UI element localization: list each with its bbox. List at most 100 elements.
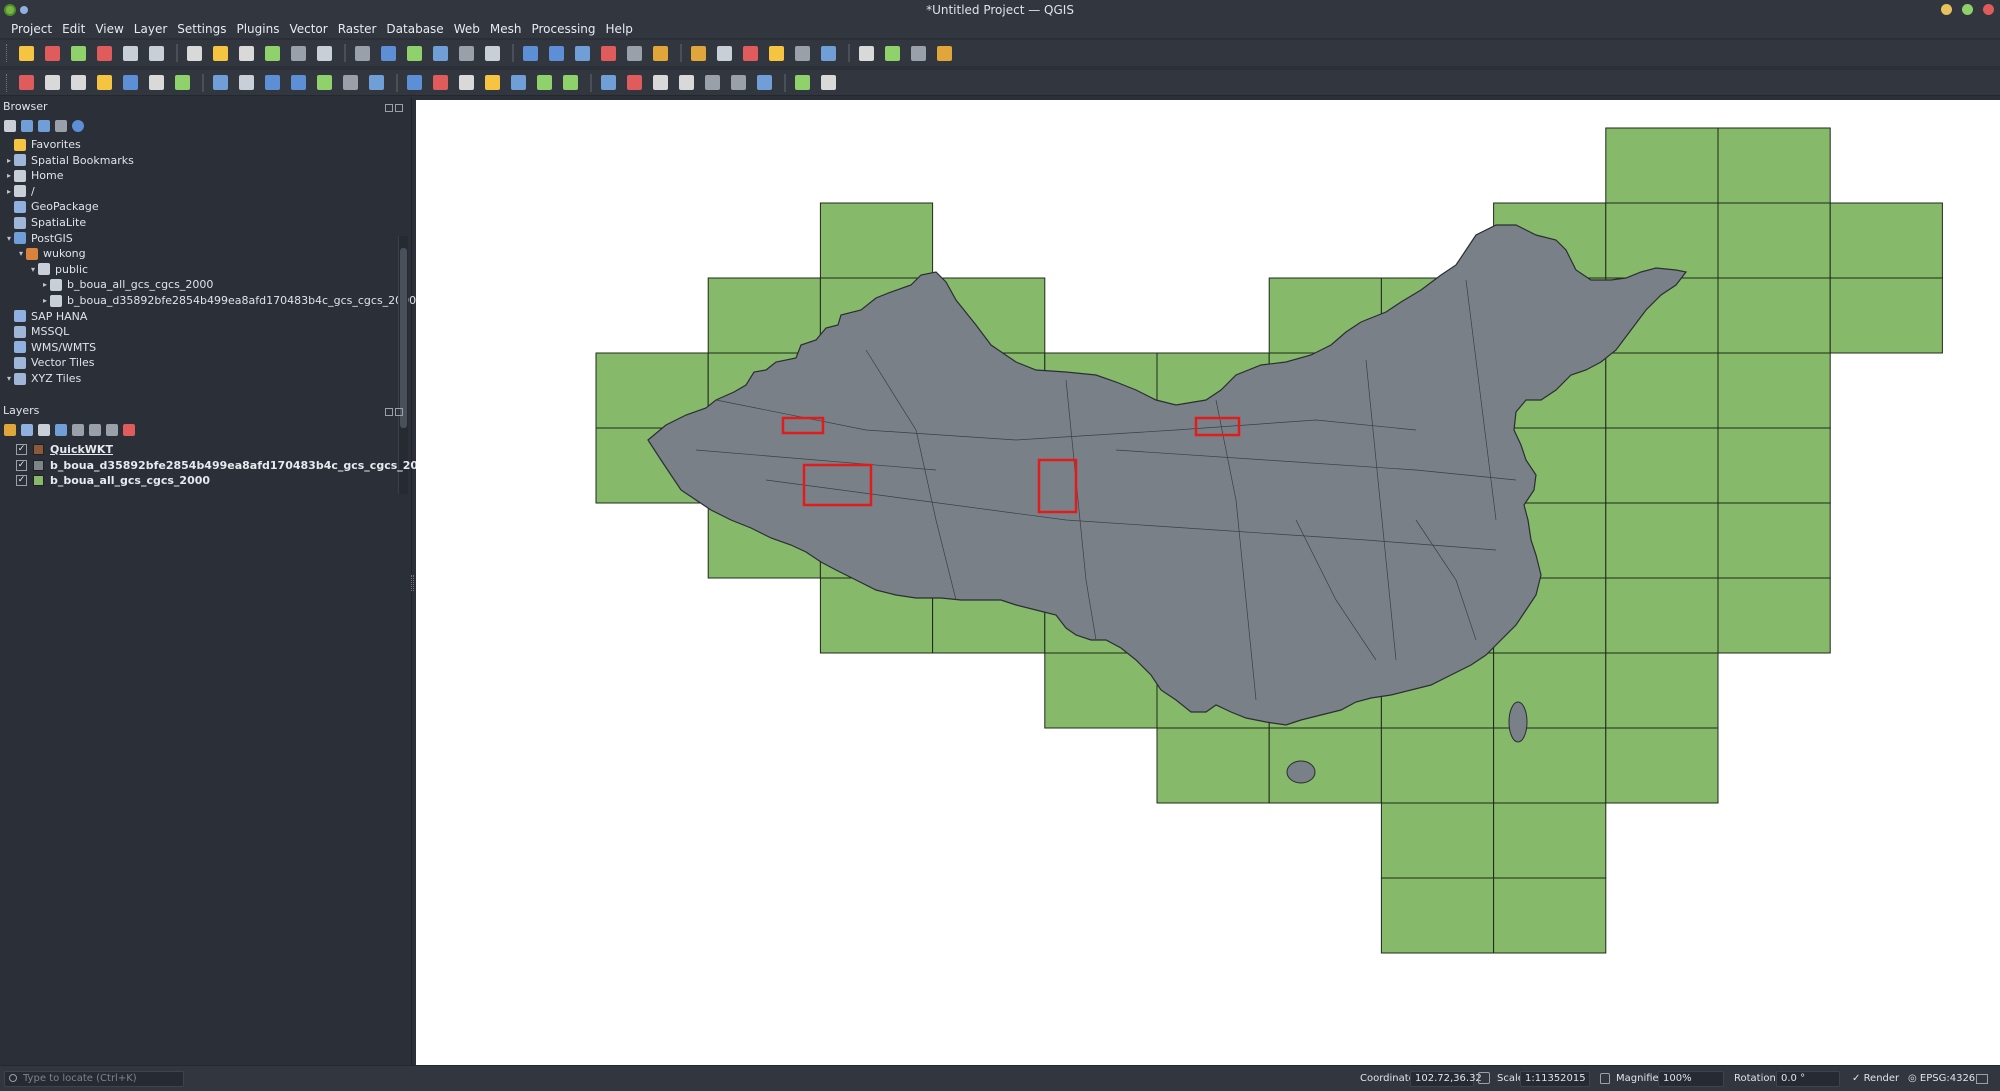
browser-item[interactable]: Vector Tiles bbox=[4, 355, 95, 370]
layer-item[interactable]: ✓ b_boua_d35892bfe2854b499ea8afd170483b4c… bbox=[16, 458, 433, 473]
browser-item[interactable]: ▾ public bbox=[28, 262, 88, 277]
zoom-last-icon[interactable] bbox=[403, 42, 425, 64]
expand-arrow-icon[interactable]: ▸ bbox=[40, 296, 50, 305]
window-menu-icon[interactable] bbox=[20, 6, 28, 14]
menu-help[interactable]: Help bbox=[601, 22, 638, 36]
browser-item[interactable]: MSSQL bbox=[4, 324, 69, 339]
deselect-icon[interactable] bbox=[687, 42, 709, 64]
expand-arrow-icon[interactable]: ▸ bbox=[40, 280, 50, 289]
add-feature-icon[interactable] bbox=[235, 72, 257, 94]
wfs-icon[interactable] bbox=[701, 72, 723, 94]
render-checkbox[interactable]: ✓ Render bbox=[1852, 1073, 1899, 1084]
metasearch-icon[interactable] bbox=[791, 72, 813, 94]
zoom-native-icon[interactable] bbox=[377, 42, 399, 64]
pan-icon[interactable] bbox=[183, 42, 205, 64]
info-icon[interactable] bbox=[72, 120, 84, 132]
visibility-icon[interactable] bbox=[38, 424, 50, 436]
scale-combobox[interactable]: 1:11352015 bbox=[1520, 1071, 1590, 1087]
layer-visibility-checkbox[interactable]: ✓ bbox=[16, 459, 27, 471]
measure-icon[interactable] bbox=[881, 42, 903, 64]
collapse-all-icon[interactable] bbox=[55, 120, 67, 132]
menu-processing[interactable]: Processing bbox=[526, 22, 600, 36]
label-icon[interactable] bbox=[455, 72, 477, 94]
menu-plugins[interactable]: Plugins bbox=[231, 22, 284, 36]
move-feature-icon[interactable] bbox=[261, 72, 283, 94]
add-group-icon[interactable] bbox=[21, 424, 33, 436]
zoom-next-icon[interactable] bbox=[429, 42, 451, 64]
settings-icon[interactable] bbox=[933, 42, 955, 64]
select-by-value-icon[interactable] bbox=[649, 42, 671, 64]
browser-scrollbar[interactable] bbox=[398, 236, 408, 494]
change-label-icon[interactable] bbox=[597, 72, 619, 94]
add-polygon-icon[interactable] bbox=[171, 72, 193, 94]
globe-icon[interactable] bbox=[727, 72, 749, 94]
new-bookmark-icon[interactable] bbox=[519, 42, 541, 64]
processing-toolbox-icon[interactable] bbox=[791, 42, 813, 64]
digitize-icon[interactable] bbox=[93, 72, 115, 94]
help-icon[interactable] bbox=[817, 72, 839, 94]
open-attribute-table-icon[interactable] bbox=[765, 42, 787, 64]
style-manager-icon[interactable] bbox=[4, 424, 16, 436]
python-icon[interactable] bbox=[753, 72, 775, 94]
browser-item[interactable]: ▸ Home bbox=[4, 168, 64, 183]
browser-item[interactable]: ▾ PostGIS bbox=[4, 231, 73, 246]
filter-icon[interactable] bbox=[38, 120, 50, 132]
save-as-icon[interactable] bbox=[93, 42, 115, 64]
browser-item[interactable]: SAP HANA bbox=[4, 309, 87, 324]
expand-arrow-icon[interactable]: ▾ bbox=[4, 374, 14, 383]
remove-layer-icon[interactable] bbox=[123, 424, 135, 436]
highlight-label-icon[interactable] bbox=[507, 72, 529, 94]
expand-arrow-icon[interactable]: ▾ bbox=[4, 234, 14, 243]
filter-expression-icon[interactable] bbox=[72, 424, 84, 436]
rotation-spinbox[interactable]: 0.0 ° bbox=[1776, 1071, 1840, 1087]
delete-feature-icon[interactable] bbox=[287, 72, 309, 94]
menu-database[interactable]: Database bbox=[381, 22, 448, 36]
menu-raster[interactable]: Raster bbox=[333, 22, 382, 36]
vertex-tool-icon[interactable] bbox=[209, 72, 231, 94]
expand-arrow-icon[interactable]: ▸ bbox=[4, 156, 14, 165]
layer-visibility-checkbox[interactable]: ✓ bbox=[16, 444, 27, 455]
browser-item[interactable]: ▾ XYZ Tiles bbox=[4, 371, 81, 386]
refresh-icon[interactable] bbox=[21, 120, 33, 132]
new-project-icon[interactable] bbox=[15, 42, 37, 64]
expand-arrow-icon[interactable]: ▸ bbox=[4, 171, 14, 180]
coordinate-field[interactable]: 102.72,36.32 bbox=[1410, 1071, 1482, 1087]
pin-label-icon[interactable] bbox=[481, 72, 503, 94]
new-3d-view-icon[interactable] bbox=[481, 42, 503, 64]
edit-pencil-icon[interactable] bbox=[119, 72, 141, 94]
menu-project[interactable]: Project bbox=[6, 22, 57, 36]
lock-scale-icon[interactable] bbox=[1600, 1073, 1610, 1084]
show-bookmarks-icon[interactable] bbox=[545, 42, 567, 64]
close-button[interactable] bbox=[1983, 4, 1994, 15]
menu-vector[interactable]: Vector bbox=[284, 22, 332, 36]
menu-web[interactable]: Web bbox=[449, 22, 485, 36]
rotate-label-icon[interactable] bbox=[559, 72, 581, 94]
layer-symbol-swatch[interactable] bbox=[33, 475, 44, 487]
filter-legend-icon[interactable] bbox=[55, 424, 67, 436]
cut-icon[interactable] bbox=[313, 72, 335, 94]
collapse-all-icon[interactable] bbox=[106, 424, 118, 436]
layer-symbol-swatch[interactable] bbox=[33, 444, 44, 455]
map-view[interactable] bbox=[416, 100, 2000, 1065]
new-shapefile-icon[interactable] bbox=[67, 72, 89, 94]
select-by-location-icon[interactable] bbox=[713, 42, 735, 64]
move-label-icon[interactable] bbox=[649, 72, 671, 94]
browser-item[interactable]: ▸ b_boua_all_gcs_cgcs_2000 bbox=[40, 277, 213, 292]
zoom-to-selection-icon[interactable] bbox=[313, 42, 335, 64]
attribute-table-icon[interactable] bbox=[855, 42, 877, 64]
layers-panel-controls[interactable] bbox=[383, 406, 405, 416]
new-map-view-icon[interactable] bbox=[455, 42, 477, 64]
temporal-controller-icon[interactable] bbox=[571, 42, 593, 64]
minimize-button[interactable] bbox=[1941, 4, 1952, 15]
expand-arrow-icon[interactable]: ▾ bbox=[28, 265, 38, 274]
zoom-in-icon[interactable] bbox=[235, 42, 257, 64]
statistical-summary-icon[interactable] bbox=[817, 42, 839, 64]
browser-item[interactable]: GeoPackage bbox=[4, 199, 99, 214]
toggle-extent-icon[interactable] bbox=[1478, 1072, 1490, 1084]
layer-visibility-checkbox[interactable]: ✓ bbox=[16, 475, 27, 487]
browser-panel-controls[interactable] bbox=[383, 102, 405, 112]
menu-edit[interactable]: Edit bbox=[57, 22, 90, 36]
redo-icon[interactable] bbox=[429, 72, 451, 94]
menu-view[interactable]: View bbox=[90, 22, 128, 36]
browser-item[interactable]: WMS/WMTS bbox=[4, 340, 96, 355]
